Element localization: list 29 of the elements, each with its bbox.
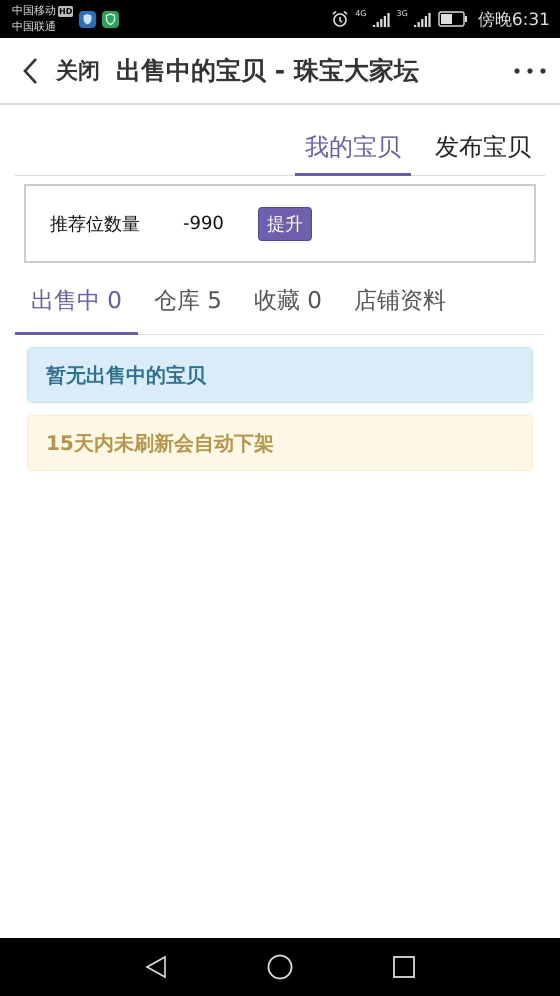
close-link[interactable]: 关闭 bbox=[56, 56, 100, 86]
promo-label: 推荐位数量 bbox=[50, 212, 141, 236]
page-title: 出售中的宝贝 - 珠宝大家坛 bbox=[116, 55, 420, 87]
category-tab[interactable]: 出售中 0 bbox=[15, 277, 138, 335]
back-icon[interactable] bbox=[22, 56, 38, 84]
boost-button[interactable]: 提升 bbox=[258, 206, 312, 240]
carrier-name: 中国联通 bbox=[12, 19, 57, 35]
carrier-name: 中国移动 bbox=[12, 3, 56, 19]
category-tab[interactable]: 仓库 5 bbox=[138, 277, 238, 335]
battery-icon bbox=[438, 11, 468, 27]
category-tab[interactable]: 收藏 0 bbox=[238, 277, 338, 335]
top-tab[interactable]: 发布宝贝 bbox=[425, 127, 541, 176]
signal-icon bbox=[414, 11, 432, 27]
clock-time: 傍晚6:31 bbox=[478, 8, 550, 30]
info-alert: 暂无出售中的宝贝 bbox=[27, 347, 533, 403]
top-tab[interactable]: 我的宝贝 bbox=[295, 127, 411, 176]
shield-icon bbox=[79, 10, 96, 28]
network-label: 4G bbox=[355, 9, 367, 18]
home-icon[interactable] bbox=[267, 954, 293, 980]
recent-apps-icon[interactable] bbox=[393, 956, 415, 978]
more-icon[interactable] bbox=[514, 68, 546, 74]
hd-badge: HD bbox=[58, 6, 74, 16]
network-label: 3G bbox=[396, 9, 408, 18]
alarm-icon bbox=[331, 10, 350, 28]
shield-icon bbox=[102, 10, 120, 28]
category-tab[interactable]: 店铺资料 bbox=[338, 277, 462, 335]
promo-value: -990 bbox=[183, 213, 225, 234]
signal-icon bbox=[372, 11, 391, 27]
warning-alert: 15天内未刷新会自动下架 bbox=[27, 415, 533, 471]
